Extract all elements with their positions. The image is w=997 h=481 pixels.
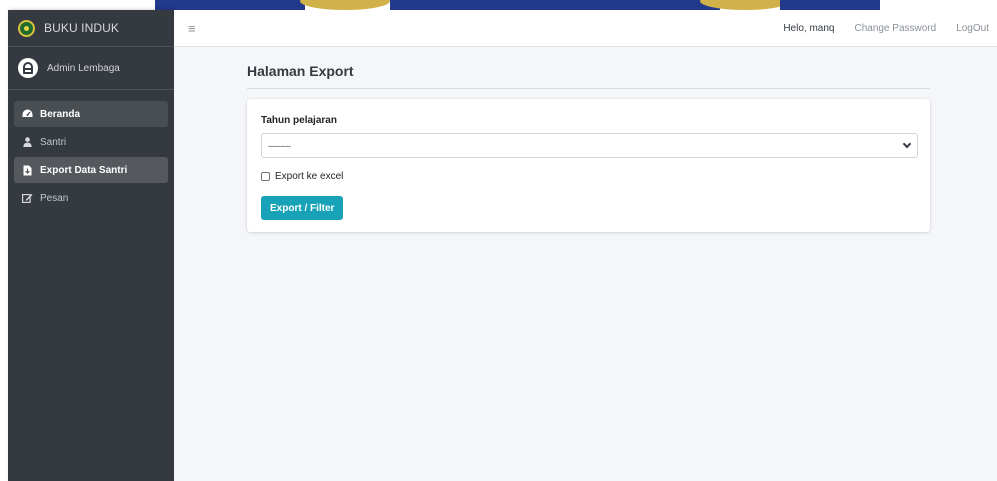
dashboard-icon	[20, 109, 34, 119]
export-excel-label[interactable]: Export ke excel	[275, 171, 343, 182]
sidebar-item-label: Beranda	[40, 108, 81, 120]
main-content: Halaman Export Tahun pelajaran ---------…	[174, 47, 997, 481]
change-password-link[interactable]: Change Password	[854, 23, 936, 34]
topbar-right: Helo, manq Change Password LogOut	[783, 23, 997, 34]
sidebar-item-beranda[interactable]: Beranda	[14, 101, 168, 127]
export-form-card: Tahun pelajaran --------- Export ke exce…	[247, 99, 930, 232]
sidebar: BUKU INDUK Admin Lembaga Beranda Santri …	[8, 10, 174, 481]
logout-link[interactable]: LogOut	[956, 23, 989, 34]
chevron-down-icon	[902, 139, 912, 149]
brand-name: BUKU INDUK	[44, 21, 120, 35]
academic-year-label: Tahun pelajaran	[261, 115, 337, 126]
header-banner-image	[0, 0, 997, 10]
academic-year-selected-value: ---------	[268, 140, 291, 151]
page-title: Halaman Export	[247, 63, 354, 79]
topbar: ≡ Helo, manq Change Password LogOut	[174, 10, 997, 47]
export-filter-button[interactable]: Export / Filter	[261, 196, 344, 220]
user-avatar-icon	[18, 58, 38, 78]
sidebar-item-pesan[interactable]: Pesan	[14, 185, 168, 211]
user-panel[interactable]: Admin Lembaga	[8, 47, 174, 90]
logo-icon	[18, 19, 35, 37]
title-divider	[247, 88, 930, 89]
academic-year-select[interactable]: ---------	[261, 133, 918, 158]
sidebar-item-label: Export Data Santri	[40, 164, 128, 176]
sidebar-item-santri[interactable]: Santri	[14, 129, 168, 155]
edit-icon	[20, 193, 34, 203]
export-excel-option: Export ke excel	[261, 171, 343, 182]
sidebar-item-export-data-santri[interactable]: Export Data Santri	[14, 157, 168, 183]
sidebar-item-label: Santri	[40, 136, 67, 148]
user-name: Admin Lembaga	[47, 62, 120, 74]
sidebar-item-label: Pesan	[40, 192, 69, 204]
export-excel-checkbox[interactable]	[261, 172, 270, 181]
file-export-icon	[20, 165, 34, 176]
hamburger-icon[interactable]: ≡	[188, 21, 196, 36]
sidebar-nav: Beranda Santri Export Data Santri Pesan	[8, 90, 174, 211]
brand-link[interactable]: BUKU INDUK	[8, 10, 174, 47]
user-icon	[20, 137, 34, 147]
user-greeting: Helo, manq	[783, 22, 835, 34]
